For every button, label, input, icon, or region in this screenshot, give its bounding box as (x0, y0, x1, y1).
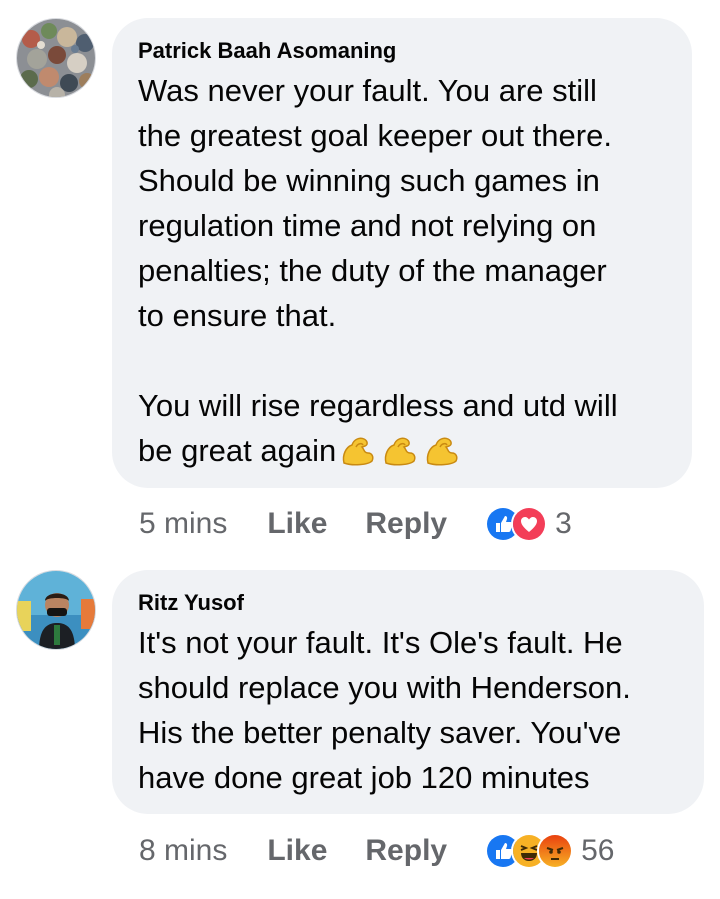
avatar-image-icon (17, 19, 95, 97)
like-button[interactable]: Like (267, 834, 327, 868)
comment-actions: 5 mins Like Reply 3 (139, 502, 572, 546)
comment-line: You will rise regardless and utd will (138, 388, 618, 423)
comment-actions: 8 mins Like Reply 56 (139, 829, 614, 873)
reaction-summary[interactable]: 56 (485, 833, 614, 869)
flexed-biceps-icon (380, 433, 420, 479)
avatar-image-icon (17, 571, 95, 649)
comment-line: It's not your fault. It's Ole's fault. H… (138, 625, 623, 660)
reaction-count: 3 (555, 507, 572, 540)
comment-line: His the better penalty saver. You've (138, 715, 622, 750)
comment-line: be great again (138, 428, 666, 479)
comment-line: Was never your fault. You are still (138, 73, 597, 108)
comment-line: the greatest goal keeper out there. (138, 118, 612, 153)
comment-line-text: be great again (138, 433, 337, 468)
comment-line: Should be winning such games in (138, 163, 600, 198)
flexed-biceps-icon (338, 433, 378, 479)
avatar[interactable] (16, 18, 96, 98)
comment-text: Was never your fault. You are still the g… (138, 68, 666, 479)
comment-line: should replace you with Henderson. (138, 670, 631, 705)
comment-bubble: Patrick Baah Asomaning Was never your fa… (112, 18, 692, 488)
reply-button[interactable]: Reply (365, 507, 447, 541)
comment-timestamp[interactable]: 8 mins (139, 834, 227, 868)
comment-line: to ensure that. (138, 298, 337, 333)
comment-line: have done great job 120 minutes (138, 760, 590, 795)
flexed-biceps-icon (422, 433, 462, 479)
comment-bubble: Ritz Yusof It's not your fault. It's Ole… (112, 570, 704, 814)
comment-text: It's not your fault. It's Ole's fault. H… (138, 620, 678, 800)
love-reaction-icon (511, 506, 548, 542)
reply-button[interactable]: Reply (365, 834, 447, 868)
reaction-count: 56 (581, 834, 615, 867)
comment-timestamp[interactable]: 5 mins (139, 507, 227, 541)
angry-reaction-icon (537, 833, 574, 869)
comment-author[interactable]: Ritz Yusof (138, 590, 678, 616)
comment-line: penalties; the duty of the manager (138, 253, 607, 288)
comment-line-blank (138, 338, 666, 383)
avatar[interactable] (16, 570, 96, 650)
comment-line: regulation time and not relying on (138, 208, 597, 243)
comment-author[interactable]: Patrick Baah Asomaning (138, 38, 666, 64)
like-button[interactable]: Like (267, 507, 327, 541)
reaction-summary[interactable]: 3 (485, 506, 572, 542)
